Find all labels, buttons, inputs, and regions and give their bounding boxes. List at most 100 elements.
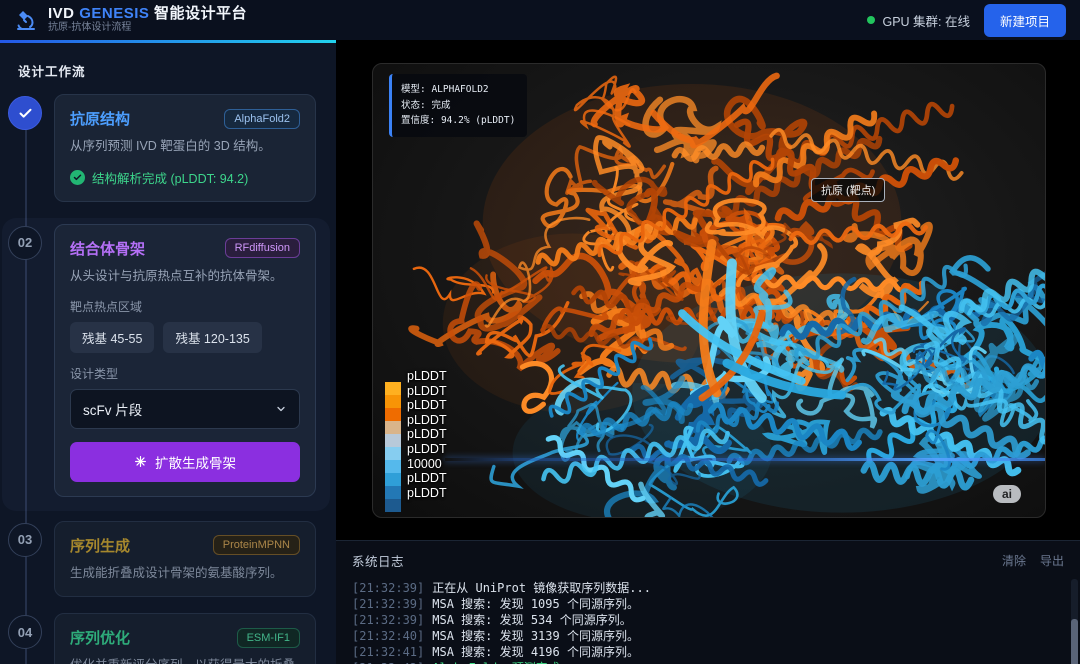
plddt-color-bar (385, 382, 401, 512)
log-timestamp: [21:32:39] (352, 581, 424, 595)
design-type-select[interactable]: scFv 片段 (70, 389, 300, 429)
model-badge-esm-if1: ESM-IF1 (237, 628, 300, 648)
plddt-color-segment (385, 382, 401, 395)
plddt-color-segment (385, 486, 401, 499)
plddt-color-segment (385, 499, 401, 512)
design-type-value: scFv 片段 (83, 399, 142, 419)
log-line: [21:32:39] MSA 搜索: 发现 534 个同源序列。 (352, 612, 1064, 628)
sidebar-title: 设计工作流 (0, 57, 336, 94)
step-status: 结构解析完成 (pLDDT: 94.2) (70, 168, 300, 187)
sequence-generation-card[interactable]: 序列生成 ProteinMPNN 生成能折叠成设计骨架的氨基酸序列。 (54, 521, 316, 598)
plddt-legend-label: 10000 (407, 457, 447, 472)
log-timestamp: [21:32:40] (352, 629, 424, 643)
log-message: MSA 搜索: 发现 4196 个同源序列。 (432, 645, 639, 659)
log-line: [21:32:41] MSA 搜索: 发现 4196 个同源序列。 (352, 644, 1064, 660)
antigen-target-label: 抗原 (靶点) (811, 178, 885, 202)
log-entries: [21:32:39]正在从 UniProt 镜像获取序列数据...[21:32:… (336, 578, 1080, 664)
hotspot-chip-1: 残基 45-55 (70, 322, 154, 353)
check-icon (18, 106, 33, 121)
plddt-legend-label: pLDDT (407, 398, 447, 413)
step-description: 从序列预测 IVD 靶蛋白的 3D 结构。 (70, 137, 300, 156)
log-timestamp: [21:32:41] (352, 645, 424, 659)
sequence-optimization-card[interactable]: 序列优化 ESM-IF1 优化并重新评分序列，以获得最大的折叠稳定性和可开发性。 (54, 613, 316, 664)
workflow-step-antigen-structure: 抗原结构 AlphaFold2 从序列预测 IVD 靶蛋白的 3D 结构。 结构… (0, 94, 336, 218)
app-window: IVD GENESIS 智能设计平台 抗原-抗体设计流程 GPU 集群: 在线 … (0, 0, 1080, 664)
log-scrollbar-thumb[interactable] (1071, 619, 1078, 664)
model-badge-proteinmpnn: ProteinMPNN (213, 535, 300, 555)
prediction-info-box: 模型: ALPHAFOLD2 状态: 完成 置信度: 94.2% (pLDDT) (389, 74, 527, 137)
workflow-step-binder-backbone: 02 结合体骨架 RFdiffusion 从头设计与抗原热点互补的抗体骨架。 靶… (2, 218, 330, 511)
plddt-legend-label: pLDDT (407, 369, 447, 384)
plddt-color-segment (385, 395, 401, 408)
plddt-legend-labels: pLDDTpLDDTpLDDTpLDDTpLDDTpLDDT10000pLDDT… (407, 369, 447, 512)
sparkle-icon (134, 455, 147, 468)
plddt-color-segment (385, 434, 401, 447)
step-description: 优化并重新评分序列，以获得最大的折叠稳定性和可开发性。 (70, 656, 300, 664)
main-area: 模型: ALPHAFOLD2 状态: 完成 置信度: 94.2% (pLDDT)… (336, 40, 1080, 664)
hotspot-region-label: 靶点热点区域 (70, 298, 300, 315)
step-4-indicator: 04 (8, 615, 42, 649)
plddt-color-segment (385, 447, 401, 460)
plddt-legend-label: pLDDT (407, 384, 447, 399)
log-timestamp: [21:32:39] (352, 613, 424, 627)
plddt-color-segment (385, 460, 401, 473)
log-message: MSA 搜索: 发现 1095 个同源序列。 (432, 597, 639, 611)
log-message: 正在从 UniProt 镜像获取序列数据... (432, 581, 651, 595)
microscope-icon (14, 8, 38, 32)
log-line: [21:32:39] 正在从 UniProt 镜像获取序列数据... (352, 580, 1064, 596)
plddt-legend-label: pLDDT (407, 442, 447, 457)
plddt-color-segment (385, 473, 401, 486)
plddt-legend-label: pLDDT (407, 486, 447, 501)
app-title: IVD GENESIS 智能设计平台 (48, 6, 247, 22)
plddt-legend-label: pLDDT (407, 471, 447, 486)
gpu-cluster-status: GPU 集群: 在线 (867, 11, 970, 30)
step-title: 序列优化 (70, 627, 130, 648)
plddt-color-segment (385, 408, 401, 421)
workflow-sidebar: 设计工作流 抗原结构 AlphaFold2 从序列预测 IVD 靶蛋白的 3D … (0, 40, 336, 664)
step-1-indicator (8, 96, 42, 130)
log-line: [21:32:40] MSA 搜索: 发现 3139 个同源序列。 (352, 628, 1064, 644)
log-export-button[interactable]: 导出 (1040, 552, 1064, 569)
log-scrollbar[interactable] (1071, 579, 1078, 664)
design-type-label: 设计类型 (70, 365, 300, 382)
plddt-legend-label: pLDDT (407, 427, 447, 442)
step-3-indicator: 03 (8, 523, 42, 557)
info-model: 模型: ALPHAFOLD2 (401, 82, 515, 98)
step-title: 抗原结构 (70, 108, 130, 129)
protein-3d-viewer[interactable]: 模型: ALPHAFOLD2 状态: 完成 置信度: 94.2% (pLDDT)… (372, 63, 1046, 518)
step-description: 从头设计与抗原热点互补的抗体骨架。 (70, 267, 300, 286)
step-title: 结合体骨架 (70, 238, 145, 259)
binder-backbone-card[interactable]: 结合体骨架 RFdiffusion 从头设计与抗原热点互补的抗体骨架。 靶点热点… (54, 224, 316, 497)
log-message: MSA 搜索: 发现 534 个同源序列。 (432, 613, 631, 627)
plddt-legend: pLDDTpLDDTpLDDTpLDDTpLDDTpLDDT10000pLDDT… (385, 369, 447, 512)
new-project-button[interactable]: 新建项目 (984, 4, 1066, 37)
viewer-scanline (445, 458, 1045, 461)
ai-watermark: ai (993, 485, 1021, 503)
antigen-structure-card[interactable]: 抗原结构 AlphaFold2 从序列预测 IVD 靶蛋白的 3D 结构。 结构… (54, 94, 316, 202)
app-subtitle: 抗原-抗体设计流程 (48, 23, 247, 34)
diffuse-generate-button[interactable]: 扩散生成骨架 (70, 442, 300, 482)
log-line: [21:32:42]AlphaFold: 预测完成 (352, 660, 1064, 664)
plddt-legend-label: pLDDT (407, 413, 447, 428)
workflow-step-sequence-generation: 03 序列生成 ProteinMPNN 生成能折叠成设计骨架的氨基酸序列。 (0, 521, 336, 614)
success-check-icon (70, 170, 85, 185)
workflow-step-sequence-optimization: 04 序列优化 ESM-IF1 优化并重新评分序列，以获得最大的折叠稳定性和可开… (0, 613, 336, 664)
info-confidence: 置信度: 94.2% (pLDDT) (401, 113, 515, 129)
log-line: [21:32:39] MSA 搜索: 发现 1095 个同源序列。 (352, 596, 1064, 612)
log-message: MSA 搜索: 发现 3139 个同源序列。 (432, 629, 639, 643)
step-title: 序列生成 (70, 535, 130, 556)
system-log-panel: 系统日志 清除 导出 [21:32:39] 正在从 UniProt 镜像获取序列数… (336, 540, 1080, 664)
step-2-indicator: 02 (8, 226, 42, 260)
info-status: 状态: 完成 (401, 98, 515, 114)
online-status-dot (867, 16, 875, 24)
log-timestamp: [21:32:39] (352, 597, 424, 611)
app-header: IVD GENESIS 智能设计平台 抗原-抗体设计流程 GPU 集群: 在线 … (0, 0, 1080, 40)
chevron-down-icon (275, 403, 287, 415)
model-badge-rfdiffusion: RFdiffusion (225, 238, 300, 258)
model-badge-alphafold2: AlphaFold2 (224, 109, 300, 129)
step-description: 生成能折叠成设计骨架的氨基酸序列。 (70, 564, 300, 583)
plddt-color-segment (385, 421, 401, 434)
hotspot-chip-2: 残基 120-135 (163, 322, 261, 353)
log-clear-button[interactable]: 清除 (1002, 552, 1026, 569)
log-panel-title: 系统日志 (352, 551, 404, 570)
